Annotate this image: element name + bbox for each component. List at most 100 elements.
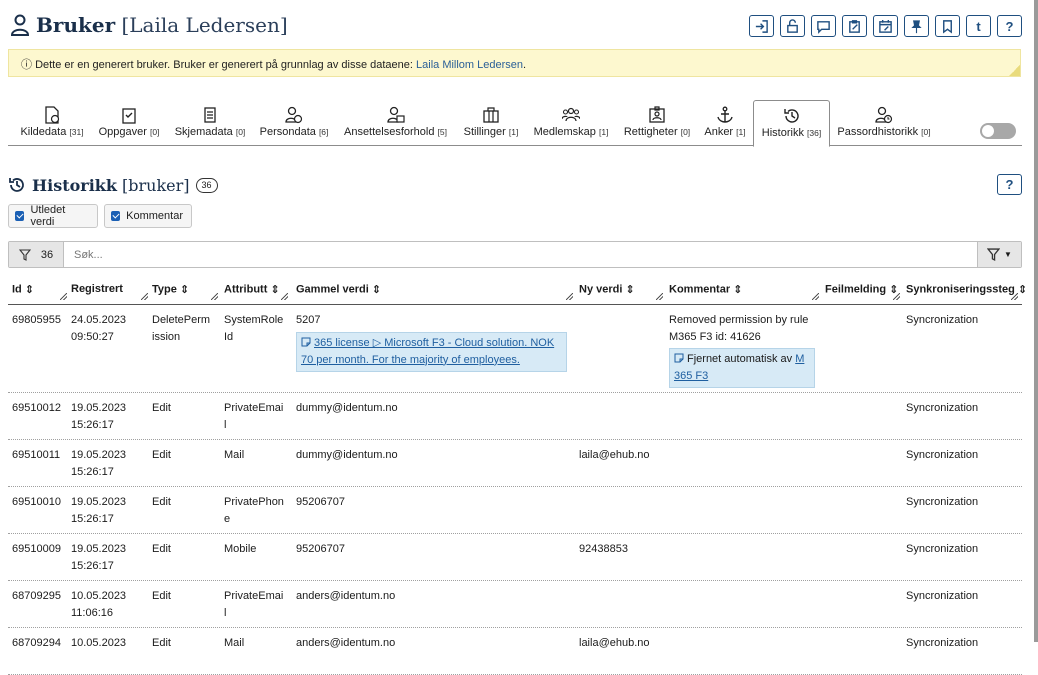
pin-button[interactable]	[904, 15, 929, 37]
table-row[interactable]: 68709294 10.05.2023 Edit Mail anders@ide…	[8, 628, 1022, 675]
column-header-registered[interactable]: Registrert	[71, 283, 123, 295]
cell-type: Edit	[152, 496, 171, 508]
cell-old-value: anders@identum.no	[296, 637, 396, 649]
notice-source-link[interactable]: Laila Millom Ledersen	[416, 59, 523, 71]
column-header-sync-step[interactable]: Synkroniseringssteg ⇕	[906, 283, 1027, 296]
cell-attribute: PrivatePhon e	[224, 496, 284, 525]
table-row[interactable]: 69510009 19.05.2023 15:26:17 Edit Mobile …	[8, 534, 1022, 581]
tab-passordhistorikk[interactable]: Passordhistorikk [0]	[834, 100, 934, 146]
generated-user-notice: ⓘ Dette er en generert bruker. Bruker er…	[8, 49, 1021, 77]
page-header: Bruker [Laila Ledersen] t ?	[10, 10, 1022, 40]
comment-chip[interactable]: Fjernet automatisk av M 365 F3	[669, 348, 815, 388]
table-row[interactable]: 69510010 19.05.2023 15:26:17 Edit Private…	[8, 487, 1022, 534]
tab-rettigheter[interactable]: Rettigheter [0]	[621, 100, 693, 146]
schedule-button[interactable]	[873, 15, 898, 37]
cell-registered: 19.05.2023 15:26:17	[71, 543, 127, 572]
notice-corner	[1009, 65, 1020, 76]
t-button[interactable]: t	[966, 15, 991, 37]
column-resize-handle[interactable]	[656, 293, 663, 300]
cell-id: 68709294	[12, 637, 61, 649]
tab-stillinger[interactable]: Stillinger [1]	[460, 100, 522, 146]
column-header-type[interactable]: Type ⇕	[152, 283, 189, 296]
license-link[interactable]: 365 license ▷ Microsoft F3 - Cloud solut…	[301, 337, 554, 366]
cell-registered: 19.05.2023 15:26:17	[71, 402, 127, 431]
column-header-id[interactable]: Id ⇕	[12, 283, 34, 296]
table-row[interactable]: 69510011 19.05.2023 15:26:17 Edit Mail du…	[8, 440, 1022, 487]
cell-attribute: Mail	[224, 449, 245, 461]
cell-id: 69510012	[12, 402, 61, 414]
column-header-old-value[interactable]: Gammel verdi ⇕	[296, 283, 381, 296]
tab-medlemskap[interactable]: Medlemskap [1]	[531, 100, 611, 146]
tab-skjemadata[interactable]: Skjemadata [0]	[172, 100, 248, 146]
login-as-button[interactable]	[749, 15, 774, 37]
comment-chip-text: Fjernet automatisk av	[687, 353, 796, 365]
view-toggle-switch[interactable]	[980, 123, 1016, 139]
help-button[interactable]: ?	[997, 15, 1022, 37]
tab-ansettelsesforhold[interactable]: Ansettelsesforhold [5]	[341, 100, 450, 146]
cell-type: Edit	[152, 637, 171, 649]
column-resize-handle[interactable]	[141, 293, 148, 300]
bookmark-icon	[943, 19, 952, 34]
filter-count: 36	[40, 248, 54, 261]
cell-sync-step: Syncronization	[906, 543, 979, 555]
tab-kildedata[interactable]: Kildedata [31]	[18, 100, 86, 146]
tab-label: Skjemadata	[174, 126, 233, 138]
column-resize-handle[interactable]	[566, 293, 573, 300]
bookmark-button[interactable]	[935, 15, 960, 37]
tab-persondata[interactable]: Persondata [6]	[258, 100, 330, 146]
column-resize-handle[interactable]	[1011, 293, 1018, 300]
edit-task-button[interactable]	[842, 15, 867, 37]
tab-count: [0]	[921, 127, 931, 137]
cell-old-value: 5207 365 license ▷ Microsoft F3 - Cloud …	[296, 312, 567, 372]
tab-historikk[interactable]: Historikk [36]	[753, 100, 830, 147]
form-icon	[204, 107, 216, 123]
cell-comment: Removed permission by rule M365 F3 id: 41…	[669, 312, 815, 388]
column-resize-handle[interactable]	[281, 293, 288, 300]
reset-password-button[interactable]	[780, 15, 805, 37]
column-header-new-value[interactable]: Ny verdi ⇕	[579, 283, 635, 296]
table-row[interactable]: 68709295 10.05.2023 11:06:16 Edit Private…	[8, 581, 1022, 628]
cell-old-value: dummy@identum.no	[296, 402, 398, 414]
section-help-button[interactable]: ?	[997, 174, 1022, 195]
cell-type: DeletePerm ission	[152, 314, 211, 343]
person-info-icon	[285, 106, 303, 124]
page-title: Bruker [Laila Ledersen]	[36, 13, 288, 37]
search-input[interactable]	[64, 242, 977, 267]
column-header-attribute[interactable]: Attributt ⇕	[224, 283, 280, 296]
table-header: Id ⇕ Registrert Type ⇕ Attributt ⇕ Gammel v…	[8, 280, 1027, 305]
checkbox-checked	[15, 211, 25, 221]
tab-anker[interactable]: Anker [1]	[702, 100, 748, 146]
anchor-icon	[717, 106, 733, 123]
cell-old-value: 95206707	[296, 496, 345, 508]
table-row[interactable]: 69510012 19.05.2023 15:26:17 Edit Private…	[8, 393, 1022, 440]
tab-count: [1]	[508, 127, 519, 137]
column-resize-handle[interactable]	[60, 293, 67, 300]
column-resize-handle[interactable]	[893, 293, 900, 300]
cell-attribute: PrivateEmai l	[224, 402, 284, 431]
derived-value-checkbox[interactable]: Utledet verdi	[8, 204, 98, 228]
filter-menu-button[interactable]: ▼	[977, 242, 1021, 267]
cell-old-value: anders@identum.no	[296, 590, 396, 602]
cell-sync-step: Syncronization	[906, 590, 979, 602]
comment-checkbox[interactable]: Kommentar	[104, 204, 192, 228]
old-value-text: 5207	[296, 314, 321, 326]
filter-count-button[interactable]: 36	[9, 242, 64, 267]
page-title-main: Bruker	[36, 13, 116, 37]
sign-in-icon	[755, 19, 768, 33]
table-row[interactable]: 69805955 24.05.2023 09:50:27 DeletePerm is…	[8, 305, 1022, 393]
tab-label: Historikk	[761, 127, 804, 139]
tab-count: [0]	[235, 127, 246, 137]
column-header-comment[interactable]: Kommentar ⇕	[669, 283, 742, 296]
page-scrollbar[interactable]	[1034, 0, 1038, 642]
cell-type: Edit	[152, 590, 171, 602]
column-resize-handle[interactable]	[812, 293, 819, 300]
message-button[interactable]	[811, 15, 836, 37]
tab-label: Rettigheter	[623, 126, 678, 138]
column-resize-handle[interactable]	[211, 293, 218, 300]
cell-id: 68709295	[12, 590, 61, 602]
sort-icon: ⇕	[24, 284, 34, 296]
tab-oppgaver[interactable]: Oppgaver [0]	[97, 100, 161, 146]
license-chip[interactable]: 365 license ▷ Microsoft F3 - Cloud solut…	[296, 331, 567, 372]
column-header-error[interactable]: Feilmelding ⇕	[825, 283, 898, 296]
cell-sync-step: Syncronization	[906, 314, 979, 326]
